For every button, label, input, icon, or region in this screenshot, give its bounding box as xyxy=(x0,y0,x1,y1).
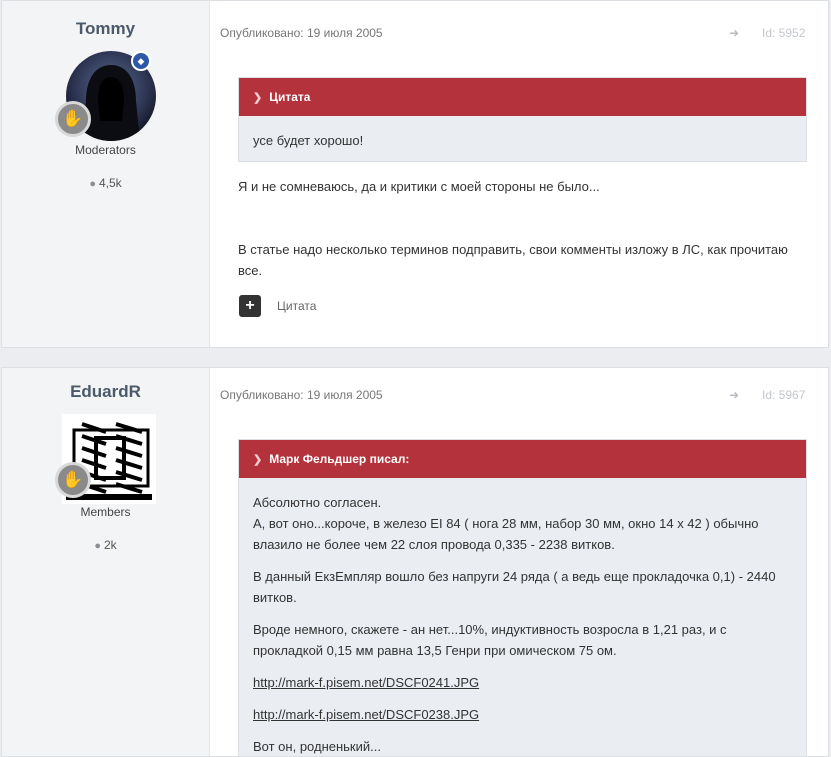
post-id[interactable]: Id: 5967 xyxy=(762,388,805,402)
post-date: Опубликовано: 19 июля 2005 xyxy=(220,26,383,40)
share-icon[interactable]: ➜ xyxy=(729,388,739,402)
moderator-shield-icon: ◆ xyxy=(131,51,151,71)
quote-block: ❯ Марк Фельдшер писал: Абсолютно согласе… xyxy=(238,439,807,756)
author-name[interactable]: EduardR xyxy=(2,382,209,402)
chevron-down-icon: ❯ xyxy=(253,453,263,466)
quote-header[interactable]: ❯ Цитата xyxy=(239,78,806,116)
quote-link[interactable]: http://mark-f.pisem.net/DSCF0241.JPG xyxy=(253,675,479,690)
chevron-down-icon: ❯ xyxy=(253,91,263,104)
quote-text: Вот он, родненький... xyxy=(253,739,381,754)
quote-button[interactable]: Цитата xyxy=(277,299,316,313)
quote-title: Марк Фельдшер писал: xyxy=(269,452,410,466)
group-hand-icon: ✋ xyxy=(55,462,91,498)
multiquote-plus-button[interactable]: + xyxy=(239,295,261,317)
post-5952: Tommy ◆ ✋ Moderators ● 4,5k Опубликовано… xyxy=(1,0,829,348)
comment-icon: ● xyxy=(94,540,101,552)
post-id[interactable]: Id: 5952 xyxy=(762,26,805,40)
share-icon[interactable]: ➜ xyxy=(729,26,739,40)
author-post-count: ● 4,5k xyxy=(89,176,122,190)
group-hand-icon: ✋ xyxy=(55,101,91,137)
quote-link[interactable]: http://mark-f.pisem.net/DSCF0238.JPG xyxy=(253,707,479,722)
quote-body: усе будет хорошо! xyxy=(239,116,806,151)
post-paragraph: Я и не сомневаюсь, да и критики с моей с… xyxy=(238,179,600,194)
quote-block: ❯ Цитата усе будет хорошо! xyxy=(238,77,807,162)
post-date: Опубликовано: 19 июля 2005 xyxy=(220,388,383,402)
quote-text: усе будет хорошо! xyxy=(253,133,364,148)
author-group: Members xyxy=(80,505,131,519)
comment-icon: ● xyxy=(89,178,96,190)
quote-header[interactable]: ❯ Марк Фельдшер писал: xyxy=(239,440,806,478)
author-post-count: ● 2k xyxy=(94,538,117,552)
plus-icon: + xyxy=(245,297,255,314)
author-panel: EduardR ✋ Members ● 2k xyxy=(2,368,210,756)
author-name[interactable]: Tommy xyxy=(2,19,209,39)
post-5967: EduardR ✋ Members ● 2k Опубликовано: 19 и… xyxy=(1,367,829,757)
quote-body: Абсолютно согласен. А, вот оно...короче,… xyxy=(239,478,806,756)
quote-text: В данный ЕкзЕмпляр вошло без напруги 24 … xyxy=(253,569,776,605)
author-group: Moderators xyxy=(75,143,136,157)
quote-text: А, вот оно...короче, в железо EI 84 ( но… xyxy=(253,516,759,552)
quote-title: Цитата xyxy=(269,90,311,104)
post-paragraph: В статье надо несколько терминов подправ… xyxy=(238,242,788,278)
quote-text: Абсолютно согласен. xyxy=(253,495,382,510)
quote-text: Вроде немного, скажете - ан нет...10%, и… xyxy=(253,622,727,658)
author-panel: Tommy ◆ ✋ Moderators ● 4,5k xyxy=(2,1,210,347)
